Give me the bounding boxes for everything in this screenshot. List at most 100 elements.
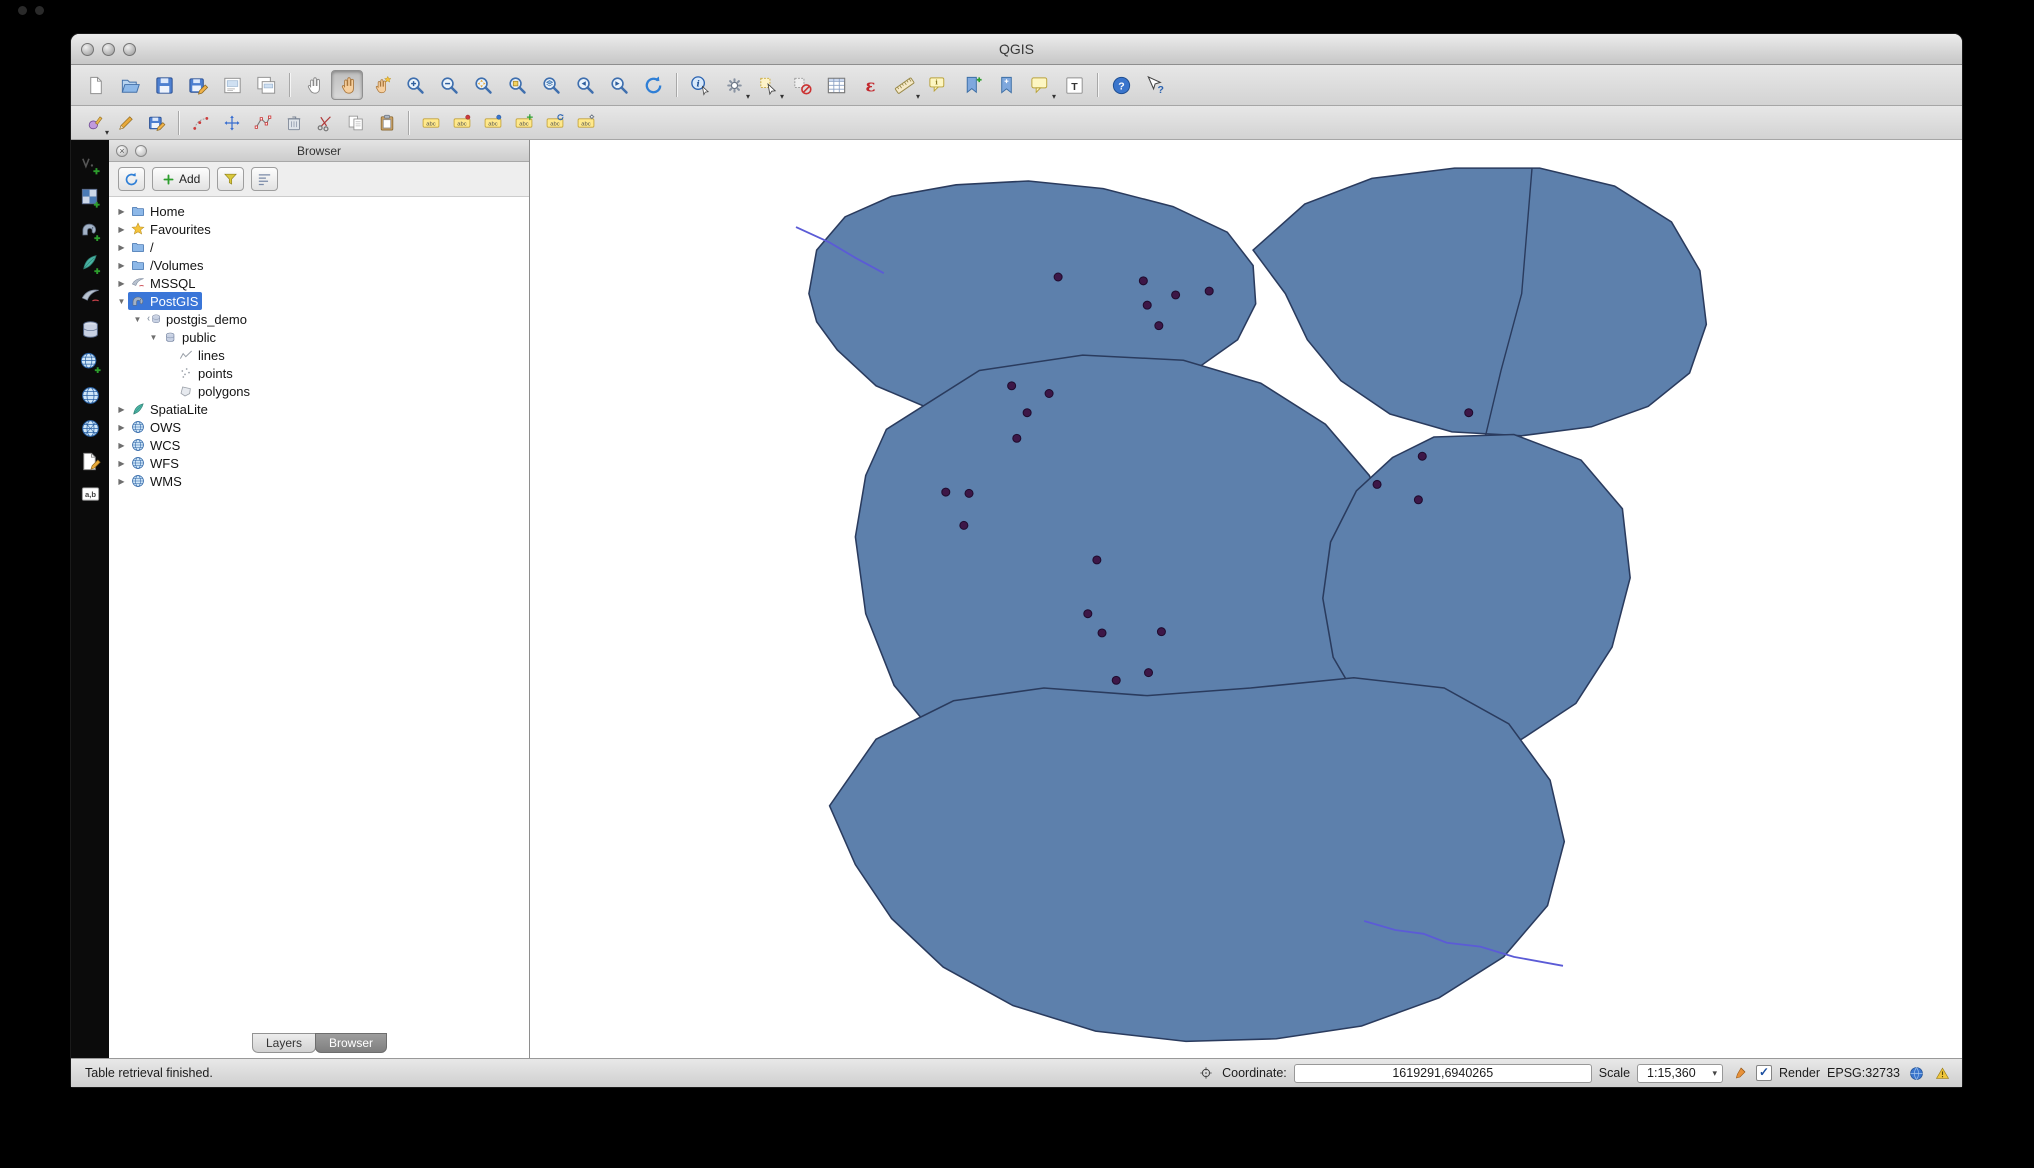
zoom-out-button[interactable] <box>433 70 465 100</box>
pan-map-button[interactable] <box>331 70 363 100</box>
add-vector-layer-button[interactable] <box>74 150 106 178</box>
label-rotate-button[interactable]: abc <box>540 109 569 136</box>
new-bookmark-button[interactable] <box>956 70 988 100</box>
filter-browser-button[interactable] <box>217 167 244 191</box>
titlebar[interactable]: QGIS <box>71 34 1962 65</box>
select-features-button[interactable]: ▾ <box>752 70 784 100</box>
add-mssql-layer-button[interactable] <box>74 282 106 310</box>
add-delimited-text-layer-button[interactable]: a,b <box>74 480 106 508</box>
collapse-all-button[interactable] <box>251 167 278 191</box>
tree-item-public[interactable]: ▼public <box>109 328 529 346</box>
add-wcs-layer-button[interactable] <box>74 381 106 409</box>
tree-item-mssql[interactable]: ▶MSSQL <box>109 274 529 292</box>
open-project-button[interactable] <box>114 70 146 100</box>
expander-icon[interactable]: ▼ <box>115 297 128 306</box>
run-feature-action-button[interactable]: ▾ <box>718 70 750 100</box>
touch-zoom-pan-button[interactable] <box>297 70 329 100</box>
label-move-button[interactable]: abc <box>509 109 538 136</box>
open-attribute-table-button[interactable] <box>820 70 852 100</box>
add-raster-layer-button[interactable] <box>74 183 106 211</box>
tree-item-volumes[interactable]: ▶/Volumes <box>109 256 529 274</box>
text-annotation-button[interactable]: T <box>1058 70 1090 100</box>
annotation-button[interactable]: ▾ <box>1024 70 1056 100</box>
panel-tab-layers[interactable]: Layers <box>252 1033 316 1053</box>
identify-features-button[interactable]: i <box>684 70 716 100</box>
new-print-composer-button[interactable] <box>216 70 248 100</box>
add-wfs-layer-button[interactable] <box>74 414 106 442</box>
tree-item-home[interactable]: ▶Home <box>109 202 529 220</box>
add-oracle-layer-button[interactable] <box>74 315 106 343</box>
tree-item-wcs[interactable]: ▶WCS <box>109 436 529 454</box>
render-checkbox[interactable]: ✓ <box>1756 1065 1772 1081</box>
tree-item-favourites[interactable]: ▶Favourites <box>109 220 529 238</box>
expander-icon[interactable]: ▶ <box>115 477 128 486</box>
expander-icon[interactable]: ▼ <box>131 315 144 324</box>
expander-icon[interactable]: ▶ <box>115 405 128 414</box>
add-feature-button[interactable] <box>186 109 215 136</box>
label-pin-button[interactable]: abc <box>447 109 476 136</box>
save-layer-edits-button[interactable] <box>142 109 171 136</box>
zoom-to-layer-button[interactable] <box>535 70 567 100</box>
zoom-to-selection-button[interactable] <box>501 70 533 100</box>
tree-item-wfs[interactable]: ▶WFS <box>109 454 529 472</box>
tree-item-root[interactable]: ▶/ <box>109 238 529 256</box>
panel-close-button[interactable]: × <box>116 145 128 157</box>
expander-icon[interactable]: ▶ <box>115 225 128 234</box>
composer-manager-button[interactable] <box>250 70 282 100</box>
minimize-window-button[interactable] <box>102 43 115 56</box>
add-spatialite-layer-button[interactable] <box>74 249 106 277</box>
zoom-window-button[interactable] <box>123 43 136 56</box>
label-properties-button[interactable]: abc <box>571 109 600 136</box>
zoom-in-button[interactable] <box>399 70 431 100</box>
help-contents-button[interactable]: ? <box>1105 70 1137 100</box>
expander-icon[interactable]: ▶ <box>115 279 128 288</box>
expander-icon[interactable]: ▶ <box>115 261 128 270</box>
label-show-hide-button[interactable]: abc <box>478 109 507 136</box>
expander-icon[interactable]: ▶ <box>115 207 128 216</box>
expander-icon[interactable]: ▼ <box>147 333 160 342</box>
add-wms-layer-button[interactable] <box>74 348 106 376</box>
cut-features-button[interactable] <box>310 109 339 136</box>
tree-item-points[interactable]: points <box>109 364 529 382</box>
move-feature-button[interactable] <box>217 109 246 136</box>
refresh-map-button[interactable] <box>637 70 669 100</box>
zoom-last-button[interactable] <box>569 70 601 100</box>
panel-tab-browser[interactable]: Browser <box>315 1033 387 1053</box>
tree-item-ows[interactable]: ▶OWS <box>109 418 529 436</box>
expander-icon[interactable]: ▶ <box>115 459 128 468</box>
current-edits-button[interactable]: ▾ <box>80 109 109 136</box>
show-statistics-button[interactable]: ε <box>854 70 886 100</box>
deselect-features-button[interactable] <box>786 70 818 100</box>
paste-features-button[interactable] <box>372 109 401 136</box>
log-messages-icon[interactable] <box>1933 1064 1952 1083</box>
scale-combo[interactable]: 1:15,360 ▾ <box>1637 1064 1723 1083</box>
new-project-button[interactable] <box>80 70 112 100</box>
whats-this-button[interactable]: ? <box>1139 70 1171 100</box>
expander-icon[interactable]: ▶ <box>115 441 128 450</box>
crs-status-icon[interactable] <box>1907 1064 1926 1083</box>
magnifier-draw-icon[interactable] <box>1730 1064 1749 1083</box>
tree-item-lines[interactable]: lines <box>109 346 529 364</box>
tree-item-wms[interactable]: ▶WMS <box>109 472 529 490</box>
node-tool-button[interactable] <box>248 109 277 136</box>
delete-selected-button[interactable] <box>279 109 308 136</box>
tree-item-postgis[interactable]: ▼PostGIS <box>109 292 529 310</box>
pan-to-selection-button[interactable] <box>365 70 397 100</box>
panel-float-button[interactable] <box>135 145 147 157</box>
zoom-next-button[interactable] <box>603 70 635 100</box>
copy-features-button[interactable] <box>341 109 370 136</box>
zoom-full-button[interactable] <box>467 70 499 100</box>
add-postgis-layer-button[interactable] <box>74 216 106 244</box>
measure-button[interactable]: ▾ <box>888 70 920 100</box>
mouse-position-icon[interactable] <box>1196 1064 1215 1083</box>
labeling-button[interactable]: abc <box>416 109 445 136</box>
tree-item-postgis-demo[interactable]: ▼postgis_demo <box>109 310 529 328</box>
expander-icon[interactable]: ▶ <box>115 243 128 252</box>
tree-item-polygons[interactable]: polygons <box>109 382 529 400</box>
toggle-editing-button[interactable] <box>111 109 140 136</box>
show-bookmarks-button[interactable] <box>990 70 1022 100</box>
new-shapefile-layer-button[interactable] <box>74 447 106 475</box>
map-tips-button[interactable]: i <box>922 70 954 100</box>
save-project-as-button[interactable] <box>182 70 214 100</box>
save-project-button[interactable] <box>148 70 180 100</box>
